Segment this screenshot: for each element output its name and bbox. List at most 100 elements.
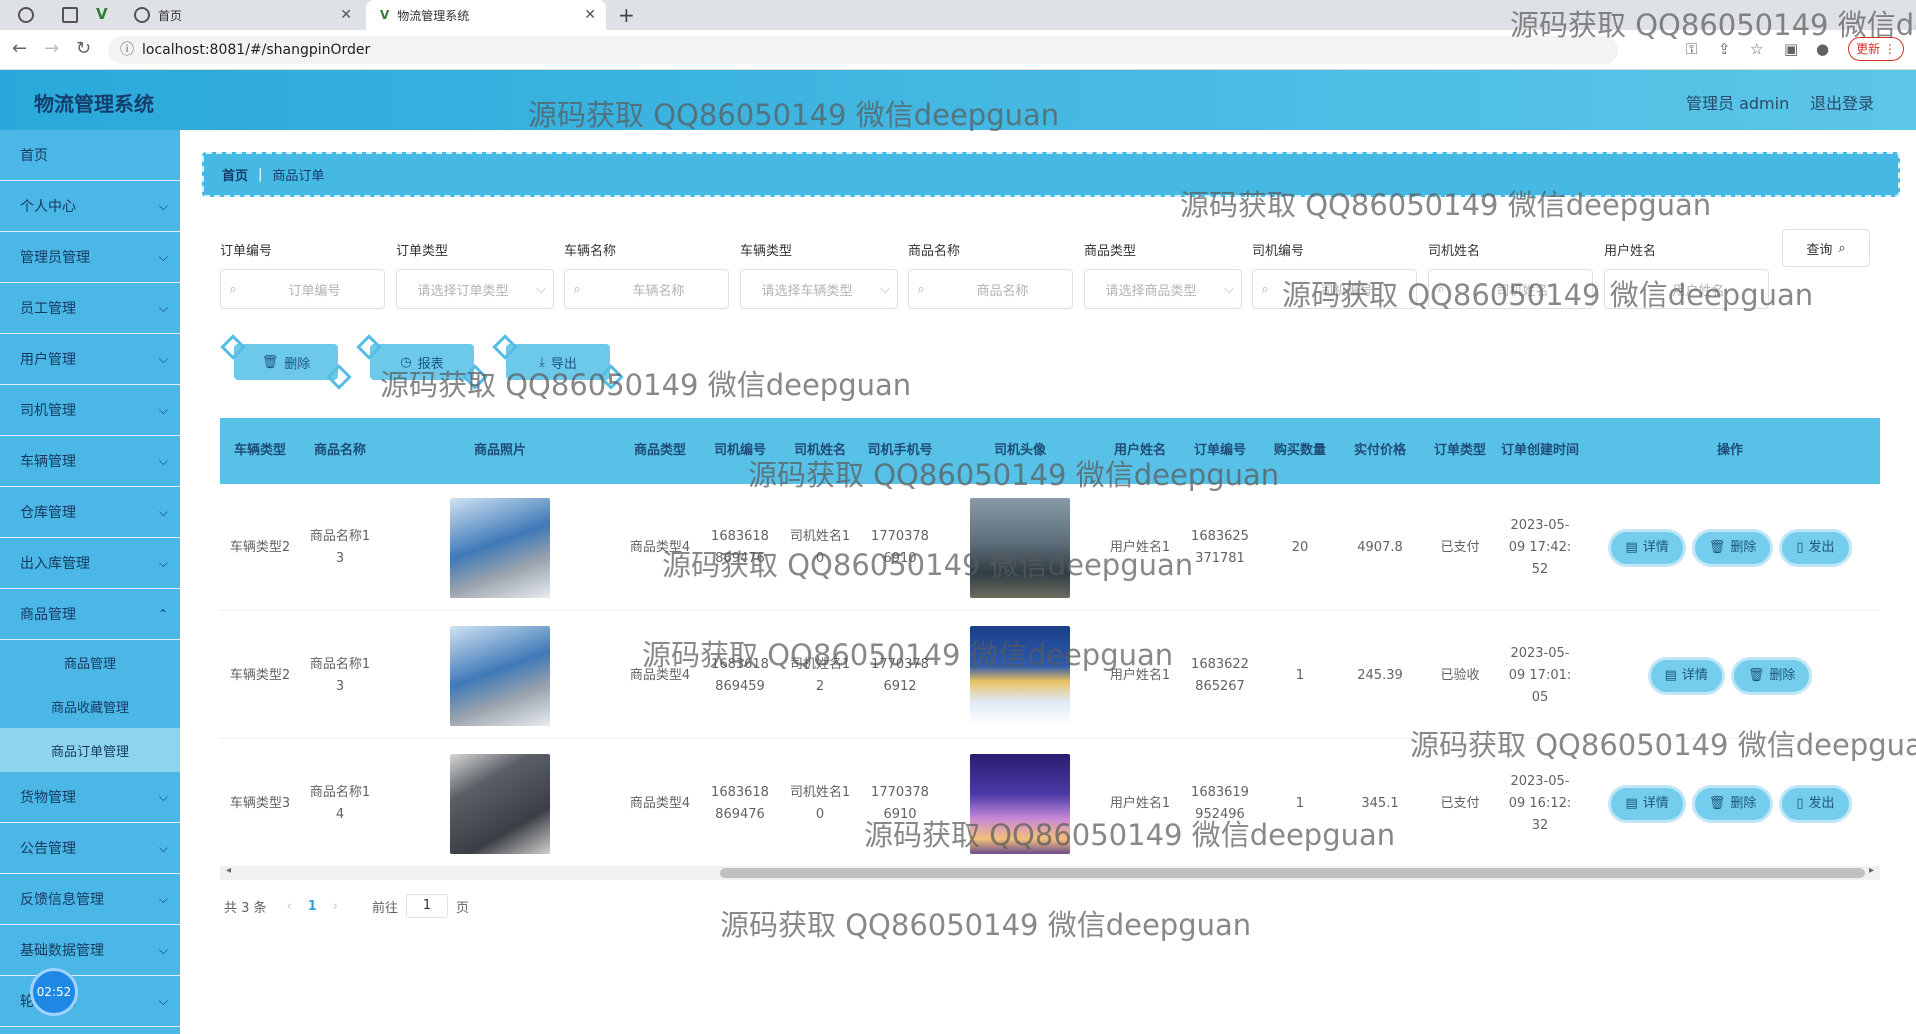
- search-icon: ⌕: [573, 281, 581, 297]
- cell-user-name: 用户姓名1: [1109, 667, 1171, 683]
- product-photo[interactable]: [450, 753, 550, 854]
- horizontal-scrollbar[interactable]: ◂ ▸: [220, 865, 1880, 880]
- search-input[interactable]: ⌕ 司机姓名: [1428, 269, 1593, 309]
- share-icon[interactable]: ⇪: [1718, 40, 1731, 58]
- cell-product-name: 商品名称13: [309, 656, 371, 694]
- cell-driver-name: 司机姓名10: [789, 528, 851, 566]
- globe-icon: [134, 7, 150, 23]
- row-button-label: 详情: [1642, 795, 1669, 811]
- vue-logo-icon[interactable]: V: [96, 5, 108, 23]
- update-button[interactable]: 更新 ⋮: [1848, 37, 1904, 61]
- forward-icon[interactable]: →: [44, 38, 59, 59]
- sidebar-item-drivers[interactable]: 司机管理 ⌵: [0, 385, 180, 436]
- sidebar-subitem-product-manage[interactable]: 商品管理: [0, 640, 180, 684]
- sidebar-item-home[interactable]: 首页: [0, 130, 180, 181]
- row-delete-button[interactable]: 🗑 删除: [1694, 531, 1771, 564]
- clock-icon: ◷: [400, 354, 412, 370]
- tab-label: 物流管理系统: [397, 8, 470, 23]
- search-input[interactable]: ⌕ 商品名称: [908, 269, 1073, 309]
- search-icon: ⌕: [1261, 281, 1269, 297]
- sidebar-item-products[interactable]: 商品管理 ⌃: [0, 589, 180, 640]
- driver-avatar[interactable]: [970, 497, 1070, 598]
- prev-page-icon[interactable]: ‹: [287, 899, 292, 914]
- sidebar-item-label: 首页: [20, 148, 48, 164]
- row-button-label: 详情: [1642, 539, 1669, 555]
- logout-link[interactable]: 退出登录: [1810, 90, 1874, 114]
- sidebar-item-profile[interactable]: 个人中心 ⌵: [0, 181, 180, 232]
- url-field[interactable]: ⓘ localhost:8081/#/shangpinOrder: [108, 36, 1618, 64]
- cell-driver-avatar: [940, 484, 1100, 611]
- tab-blank-icon[interactable]: [62, 7, 78, 23]
- next-page-icon[interactable]: ›: [333, 899, 338, 914]
- sidebar-item-goods[interactable]: 货物管理 ⌵: [0, 772, 180, 823]
- pagination-total: 共 3 条: [224, 900, 267, 916]
- tab-label: 首页: [158, 8, 183, 23]
- sidepanel-icon[interactable]: ▣: [1784, 40, 1798, 58]
- search-select[interactable]: 请选择商品类型 ⌵: [1084, 269, 1242, 309]
- sidebar-item-staff[interactable]: 员工管理 ⌵: [0, 283, 180, 334]
- driver-avatar[interactable]: [970, 625, 1070, 726]
- tab-logistics[interactable]: V 物流管理系统 ✕: [366, 0, 606, 30]
- row-detail-button[interactable]: ▤ 详情: [1650, 659, 1722, 692]
- row-detail-button[interactable]: ▤ 详情: [1611, 787, 1683, 820]
- driver-avatar[interactable]: [970, 753, 1070, 854]
- export-button[interactable]: ⤓ 导出: [506, 344, 610, 380]
- tab-home[interactable]: 首页 ✕: [120, 0, 362, 30]
- cell-driver-phone: 17703786910: [871, 784, 929, 822]
- cell-user-name: 用户姓名1: [1109, 539, 1171, 555]
- sidebar-item-notices[interactable]: 公告管理 ⌵: [0, 823, 180, 874]
- new-tab-icon[interactable]: +: [618, 3, 635, 27]
- goto-input[interactable]: 1: [406, 894, 449, 918]
- sidebar-item-admins[interactable]: 管理员管理 ⌵: [0, 232, 180, 283]
- cell-order-no: 1683622865267: [1191, 656, 1249, 694]
- row-dispatch-button[interactable]: ▯ 发出: [1782, 787, 1849, 820]
- row-detail-button[interactable]: ▤ 详情: [1611, 531, 1683, 564]
- sidebar-subitem-product-favorites[interactable]: 商品收藏管理: [0, 684, 180, 728]
- sidebar-item-vehicles[interactable]: 车辆管理 ⌵: [0, 436, 180, 487]
- sidebar-item-basedata[interactable]: 基础数据管理 ⌵: [0, 925, 180, 976]
- scroll-right-icon[interactable]: ▸: [1869, 865, 1874, 876]
- back-icon[interactable]: ←: [12, 38, 27, 59]
- search-input[interactable]: ⌕ 车辆名称: [564, 269, 729, 309]
- row-delete-button[interactable]: 🗑 删除: [1694, 787, 1771, 820]
- recording-timer[interactable]: 02:52: [30, 968, 78, 1016]
- close-icon[interactable]: ✕: [584, 7, 596, 23]
- delete-label: 删除: [284, 356, 311, 372]
- chevron-down-icon: ⌵: [158, 942, 168, 957]
- sidebar-item-label: 仓库管理: [20, 505, 76, 521]
- cell-product-type: 商品类型4: [629, 539, 691, 555]
- search-input[interactable]: ⌕ 订单编号: [220, 269, 385, 309]
- search-input[interactable]: ⌕ 用户姓名: [1604, 269, 1769, 309]
- placeholder-text: 请选择订单类型: [417, 283, 509, 299]
- sidebar-item-warehouse[interactable]: 仓库管理 ⌵: [0, 487, 180, 538]
- column-header: 司机姓名: [793, 443, 846, 458]
- search-select[interactable]: 请选择车辆类型 ⌵: [740, 269, 898, 309]
- sidebar-item-feedback[interactable]: 反馈信息管理 ⌵: [0, 874, 180, 925]
- search-input[interactable]: ⌕ 司机编号: [1252, 269, 1417, 309]
- row-delete-button[interactable]: 🗑 删除: [1733, 659, 1810, 692]
- query-button[interactable]: 查询 ⌕: [1782, 229, 1870, 267]
- report-button[interactable]: ◷ 报表: [370, 344, 474, 380]
- reload-icon[interactable]: ↻: [76, 38, 91, 59]
- product-photo[interactable]: [450, 625, 550, 726]
- key-icon[interactable]: ⚿: [1686, 40, 1697, 58]
- column-header: 用户姓名: [1113, 443, 1166, 458]
- search-select[interactable]: 请选择订单类型 ⌵: [396, 269, 554, 309]
- sidebar-subitem-product-orders[interactable]: 商品订单管理: [0, 728, 180, 772]
- browser-menu-icon[interactable]: [18, 7, 34, 23]
- sidebar-item-carousel[interactable]: 轮播信息⌵: [0, 976, 180, 1027]
- scroll-left-icon[interactable]: ◂: [226, 865, 231, 876]
- product-photo[interactable]: [450, 497, 550, 598]
- row-dispatch-button[interactable]: ▯ 发出: [1782, 531, 1849, 564]
- breadcrumb-home[interactable]: 首页: [222, 165, 248, 184]
- close-icon[interactable]: ✕: [340, 7, 352, 23]
- cell-qty: 20: [1291, 539, 1309, 555]
- sidebar-item-inout[interactable]: 出入库管理 ⌵: [0, 538, 180, 589]
- cell-product-photo: [380, 484, 620, 611]
- delete-button[interactable]: 🗑 删除: [234, 344, 338, 380]
- scrollbar-thumb[interactable]: [720, 868, 1865, 878]
- sidebar-item-users[interactable]: 用户管理 ⌵: [0, 334, 180, 385]
- bookmark-icon[interactable]: ☆: [1750, 40, 1763, 58]
- page-number[interactable]: 1: [308, 899, 317, 914]
- profile-icon[interactable]: ●: [1816, 40, 1829, 58]
